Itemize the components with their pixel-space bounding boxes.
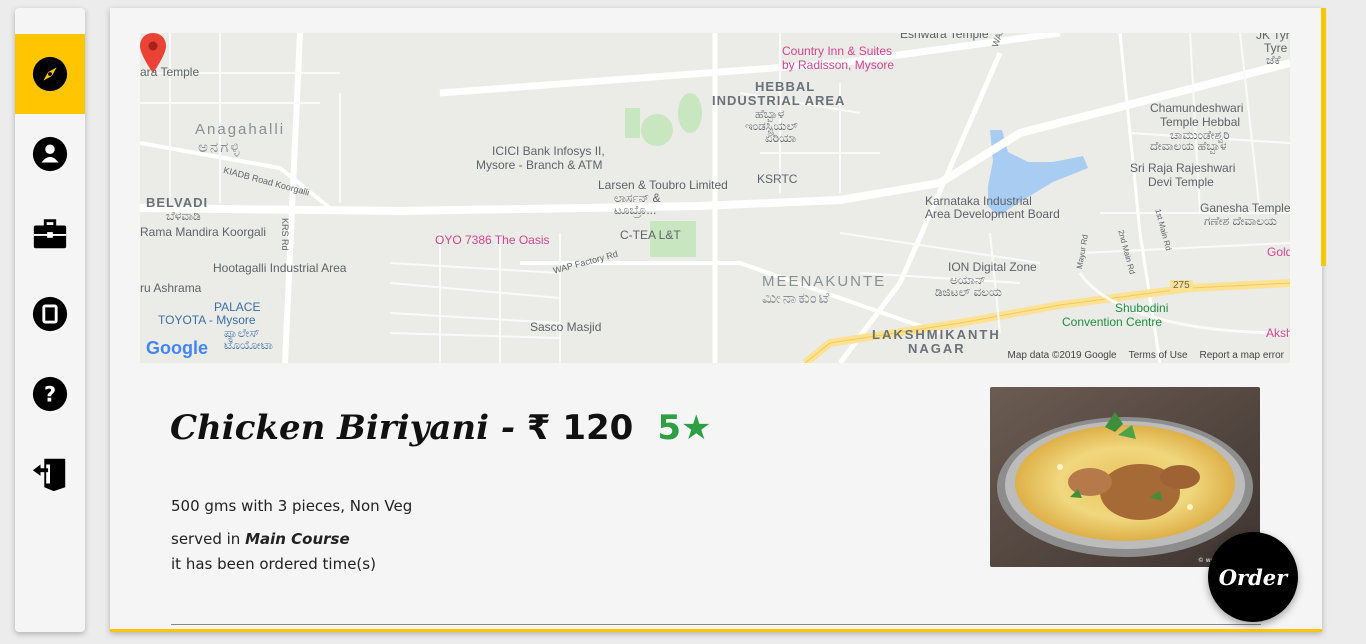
map-data-attribution: Map data ©2019 Google [1007, 350, 1117, 361]
compass-icon [32, 56, 68, 92]
dish-title: Chicken Biriyani - ₹ 120 5★ [170, 408, 711, 448]
map-label: Karnataka Industrial [925, 194, 1032, 208]
map-label: ಟೂಬ್ರೊ... [614, 203, 657, 217]
terms-link[interactable]: Terms of Use [1129, 350, 1188, 361]
map-label: ಮೀನಾಕುಂಟೆ [762, 290, 831, 307]
map-label: ಬೆಳವಾಡಿ [166, 209, 201, 223]
map-label: KSRTC [757, 172, 798, 186]
map-label: Sasco Masjid [530, 320, 602, 334]
map-label: Shubodini [1115, 301, 1169, 315]
map-label: Temple Hebbal [1160, 115, 1241, 129]
map-pin-icon[interactable] [140, 33, 166, 73]
divider [171, 624, 1261, 625]
course-name: Main Course [245, 530, 350, 548]
map-label: ಟೊಯೋಟಾ [224, 338, 273, 352]
map-label: Ganesha Temple [1200, 201, 1290, 215]
dish-image: © www.thedeliciou [990, 387, 1260, 567]
map-label: Area Development Board [925, 207, 1060, 221]
map-label: PALACE [214, 300, 261, 314]
exit-icon [32, 458, 66, 492]
map-label: Convention Centre [1062, 315, 1163, 329]
order-button[interactable]: Order [1208, 532, 1298, 622]
nav-logout[interactable] [15, 434, 85, 514]
map-label: MEENAKUNTE [762, 273, 887, 290]
dish-description: 500 gms with 3 pieces, Non Veg [171, 497, 413, 515]
map-label: ಏರಿಯಾ [765, 131, 797, 145]
map-label: BELVADI [146, 195, 209, 210]
map-label: ICICI Bank Infosys II, [492, 144, 605, 158]
map-label: ಡಿಜಿಟಲ್ ವಲಯ [935, 285, 1002, 299]
nav-profile[interactable] [15, 114, 85, 194]
map-label: ಗಣೇಶ ದೇವಾಲಯ [1204, 214, 1277, 228]
map-label: ದೇವಾಲಯ ಹೆಬ್ಬಾಳ [1150, 139, 1227, 153]
map-label: Mysore - Branch & ATM [476, 158, 603, 172]
map-label: ಜೆಕೆ [1266, 53, 1281, 67]
nav-contact[interactable] [15, 274, 85, 354]
dish-course: served in Main Course [171, 530, 350, 548]
dish-order-count: it has been ordered time(s) [171, 555, 376, 573]
scrollbar[interactable] [1321, 8, 1326, 266]
map-label: Anagahalli [195, 121, 286, 138]
map-footer: Map data ©2019 Google Terms of Use Repor… [1007, 350, 1284, 361]
map-label: INDUSTRIAL AREA [712, 93, 846, 108]
sidebar: ? [15, 8, 85, 632]
served-prefix: served in [171, 530, 246, 548]
map-label: Larsen & Toubro Limited [598, 178, 728, 192]
google-logo-text: Google [146, 338, 208, 358]
map-label: Rama Mandira Koorgali [140, 225, 267, 239]
title-separator: - [489, 408, 527, 448]
map-label: Aksh [1266, 326, 1290, 340]
map[interactable]: Eshwara Temple Country Inn & Suites by R… [140, 33, 1290, 363]
map-label: Country Inn & Suites [782, 44, 893, 58]
dish-price: ₹ 120 [526, 408, 634, 448]
nav-business[interactable] [15, 194, 85, 274]
help-icon: ? [32, 376, 68, 412]
map-label: ಅನಗಳ್ಳಿ [198, 139, 242, 156]
map-label: Sri Raja Rajeshwari [1130, 161, 1236, 175]
google-logo: Google [146, 338, 208, 359]
map-label: Eshwara Temple [900, 33, 989, 41]
map-label: TOYOTA - Mysore [158, 313, 256, 327]
map-label: HEBBAL [755, 79, 816, 94]
map-label: Chamundeshwari [1150, 101, 1244, 115]
briefcase-icon [33, 219, 67, 249]
map-label: Gold [1267, 245, 1290, 259]
map-label: 275 [1170, 280, 1193, 291]
user-icon [32, 136, 68, 172]
map-label: ru Ashrama [140, 281, 202, 295]
map-label: Devi Temple [1148, 175, 1214, 189]
nav-explore[interactable] [15, 34, 85, 114]
map-label: Hootagalli Industrial Area [213, 261, 347, 275]
map-label: LAKSHMIKANTH [872, 327, 1001, 342]
map-label: C-TEA L&T [620, 228, 681, 242]
biryani-image: © www.thedeliciou [990, 387, 1260, 567]
nav-help[interactable]: ? [15, 354, 85, 434]
map-label: by Radisson, Mysore [782, 58, 895, 72]
report-link[interactable]: Report a map error [1200, 350, 1284, 361]
card-accent-bar [110, 629, 1322, 632]
dish-card: Eshwara Temple Country Inn & Suites by R… [110, 8, 1322, 632]
dish-rating: 5★ [657, 408, 712, 448]
dish-name: Chicken Biriyani [170, 408, 490, 448]
svg-text:?: ? [44, 383, 56, 407]
phone-icon [32, 296, 68, 332]
map-label: KRS Rd [280, 218, 290, 251]
map-label: ION Digital Zone [948, 260, 1037, 274]
map-label: OYO 7386 The Oasis [435, 233, 550, 247]
map-label: NAGAR [908, 341, 966, 356]
